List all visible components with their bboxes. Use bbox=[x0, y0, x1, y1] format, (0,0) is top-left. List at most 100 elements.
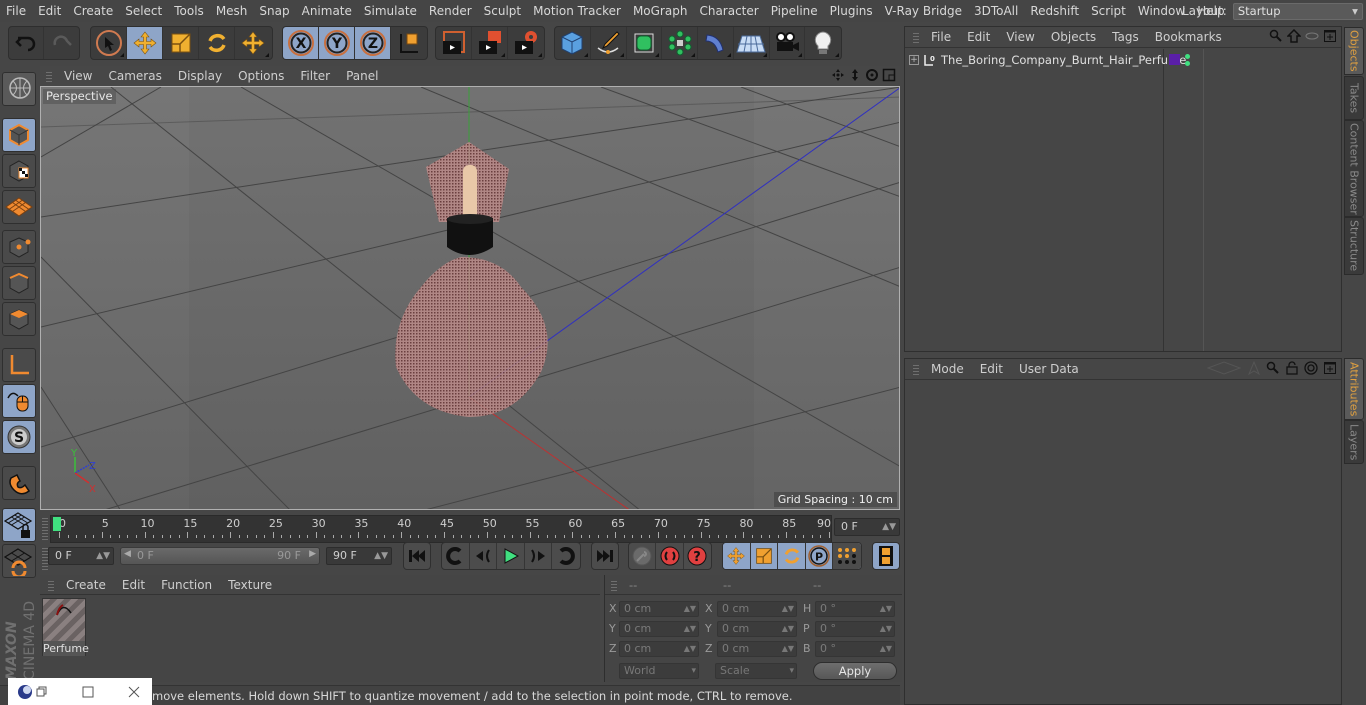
cube-object-button[interactable] bbox=[555, 27, 591, 59]
object-panel-grip[interactable] bbox=[913, 31, 919, 43]
viewport-menu-cameras[interactable]: Cameras bbox=[100, 69, 169, 83]
coord-mode-dropdown[interactable]: Scale ▾ bbox=[715, 663, 797, 679]
tab-takes[interactable]: Takes bbox=[1344, 76, 1364, 120]
start-frame-field[interactable]: 0 F ▲▼ bbox=[48, 547, 114, 565]
coord-position-field[interactable]: 0 cm ▲▼ bbox=[619, 641, 699, 657]
menu-character[interactable]: Character bbox=[693, 0, 764, 22]
close-icon[interactable] bbox=[128, 686, 140, 698]
tweak-mode-button[interactable] bbox=[2, 384, 36, 418]
attribute-menu-edit[interactable]: Edit bbox=[972, 362, 1011, 376]
object-menu-bookmarks[interactable]: Bookmarks bbox=[1147, 30, 1230, 44]
menu-file[interactable]: File bbox=[0, 0, 32, 22]
live-selection-button[interactable] bbox=[91, 27, 127, 59]
coord-size-field[interactable]: 0 cm ▲▼ bbox=[717, 641, 797, 657]
range-slider[interactable]: ◀ 0 F 90 F ▶ bbox=[120, 547, 320, 565]
pan-view-icon[interactable] bbox=[831, 68, 845, 82]
menu-script[interactable]: Script bbox=[1085, 0, 1132, 22]
texture-mode-button[interactable] bbox=[2, 154, 36, 188]
end-frame-field[interactable]: 90 F ▲▼ bbox=[326, 547, 392, 565]
scale-tool-button[interactable] bbox=[163, 27, 199, 59]
goto-end-button[interactable] bbox=[592, 543, 618, 569]
rotate-tool-button[interactable] bbox=[199, 27, 235, 59]
key-pla-button[interactable] bbox=[833, 543, 861, 569]
menu-animate[interactable]: Animate bbox=[296, 0, 358, 22]
current-frame-field[interactable]: 0 F ▲▼ bbox=[834, 518, 900, 536]
spinner-icon[interactable]: ▲▼ bbox=[782, 602, 794, 616]
camera-object-button[interactable] bbox=[770, 27, 806, 59]
apply-button[interactable]: Apply bbox=[813, 662, 897, 680]
spinner-icon[interactable]: ▲▼ bbox=[880, 622, 892, 636]
lock-icon[interactable] bbox=[1285, 361, 1299, 375]
layout-dropdown[interactable]: Startup bbox=[1232, 2, 1363, 20]
material-menu-texture[interactable]: Texture bbox=[220, 578, 280, 592]
3d-viewport[interactable]: Y Z X Perspective Grid Spacing : 10 cm bbox=[40, 86, 900, 510]
timeline-ruler[interactable]: 0 5 10 15 20 25 30 35 40 45 50 55 60 65 70 75 80 85 90 bbox=[50, 515, 832, 543]
maximize-view-icon[interactable] bbox=[882, 68, 896, 82]
object-row[interactable]: + 0 The_Boring_Company_Burnt_Hair_Perfum… bbox=[909, 52, 1186, 68]
tab-layers[interactable]: Layers bbox=[1344, 420, 1364, 464]
expand-icon[interactable]: + bbox=[909, 55, 919, 65]
menu-pipeline[interactable]: Pipeline bbox=[765, 0, 824, 22]
back-forward-icon[interactable] bbox=[1206, 361, 1242, 375]
menu-tools[interactable]: Tools bbox=[168, 0, 210, 22]
spinner-icon[interactable]: ▲▼ bbox=[684, 622, 696, 636]
viewport-menu-view[interactable]: View bbox=[56, 69, 100, 83]
menu-simulate[interactable]: Simulate bbox=[358, 0, 423, 22]
play-forward-button[interactable] bbox=[497, 543, 525, 569]
menu-sculpt[interactable]: Sculpt bbox=[478, 0, 527, 22]
range-right-arrow-icon[interactable]: ▶ bbox=[309, 549, 316, 559]
menu-redshift[interactable]: Redshift bbox=[1024, 0, 1085, 22]
spinner-icon[interactable]: ▲▼ bbox=[782, 622, 794, 636]
new-panel-icon[interactable] bbox=[1323, 29, 1337, 43]
menu-select[interactable]: Select bbox=[119, 0, 168, 22]
panel-grip[interactable] bbox=[46, 70, 52, 82]
coord-rotation-field[interactable]: 0 ° ▲▼ bbox=[815, 641, 895, 657]
snap-button[interactable] bbox=[2, 466, 36, 500]
up-arrow-icon[interactable] bbox=[1247, 361, 1261, 375]
restore-icon[interactable] bbox=[36, 686, 48, 698]
move-tool-button[interactable] bbox=[127, 27, 163, 59]
coordinate-system-button[interactable] bbox=[391, 27, 427, 59]
tab-objects[interactable]: Objects bbox=[1344, 27, 1364, 75]
object-name[interactable]: The_Boring_Company_Burnt_Hair_Perfume bbox=[941, 53, 1186, 67]
keyframe-selection-button[interactable]: ? bbox=[684, 543, 711, 569]
recent-tool-button[interactable] bbox=[235, 27, 271, 59]
edges-mode-button[interactable] bbox=[2, 266, 36, 300]
material-panel-grip[interactable] bbox=[48, 578, 54, 591]
cloner-button[interactable] bbox=[662, 27, 698, 59]
material-menu-edit[interactable]: Edit bbox=[114, 578, 153, 592]
light-object-button[interactable] bbox=[805, 27, 841, 59]
maximize-icon[interactable] bbox=[82, 686, 94, 698]
cinema4d-app-icon[interactable] bbox=[16, 683, 34, 701]
object-menu-file[interactable]: File bbox=[923, 30, 959, 44]
editor-visibility-dot[interactable] bbox=[1185, 54, 1190, 59]
render-picture-viewer-button[interactable] bbox=[472, 27, 508, 59]
undo-button[interactable] bbox=[9, 27, 45, 59]
search-icon[interactable] bbox=[1266, 361, 1280, 375]
record-key-button[interactable] bbox=[629, 543, 657, 569]
coord-size-field[interactable]: 0 cm ▲▼ bbox=[717, 601, 797, 617]
spinner-icon[interactable]: ▲▼ bbox=[880, 602, 892, 616]
material-swatch-perfume[interactable]: Perfume bbox=[42, 598, 89, 656]
workplane-lock-button[interactable] bbox=[2, 508, 36, 542]
prev-frame-button[interactable] bbox=[470, 543, 498, 569]
viewport-menu-filter[interactable]: Filter bbox=[292, 69, 338, 83]
tab-structure[interactable]: Structure bbox=[1344, 217, 1364, 275]
material-menu-function[interactable]: Function bbox=[153, 578, 220, 592]
coord-rotation-field[interactable]: 0 ° ▲▼ bbox=[815, 601, 895, 617]
axis-mode-button[interactable] bbox=[2, 348, 36, 382]
tab-attributes[interactable]: Attributes bbox=[1344, 358, 1364, 420]
menu-plugins[interactable]: Plugins bbox=[824, 0, 879, 22]
object-menu-edit[interactable]: Edit bbox=[959, 30, 998, 44]
pen-spline-button[interactable] bbox=[591, 27, 627, 59]
range-left-arrow-icon[interactable]: ◀ bbox=[124, 549, 131, 559]
menu-snap[interactable]: Snap bbox=[253, 0, 295, 22]
material-menu-create[interactable]: Create bbox=[58, 578, 114, 592]
attribute-menu-mode[interactable]: Mode bbox=[923, 362, 972, 376]
autokey-button[interactable] bbox=[656, 543, 684, 569]
playhead[interactable] bbox=[53, 517, 61, 531]
tab-content-browser[interactable]: Content Browser bbox=[1344, 120, 1364, 217]
redo-button[interactable] bbox=[44, 27, 79, 59]
target-icon[interactable] bbox=[1304, 361, 1318, 375]
menu-mograph[interactable]: MoGraph bbox=[627, 0, 694, 22]
